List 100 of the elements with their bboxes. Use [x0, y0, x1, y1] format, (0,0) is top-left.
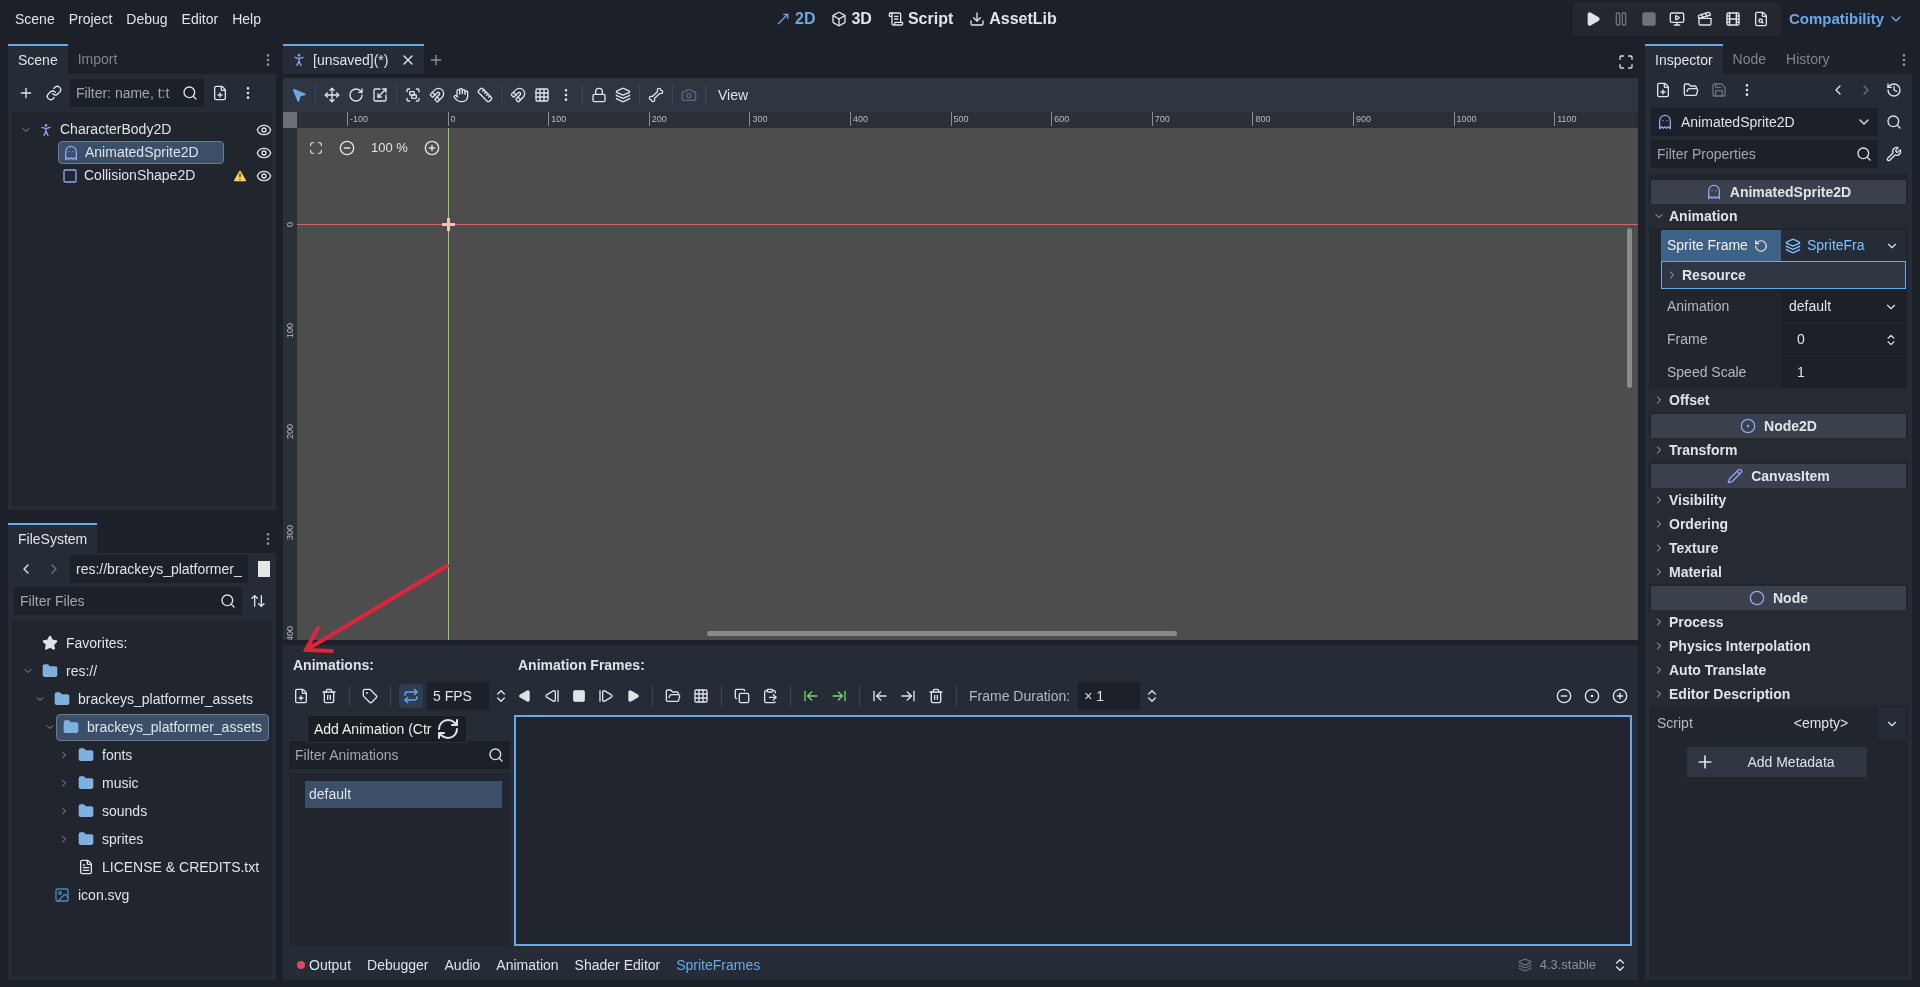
folder-icon [78, 747, 94, 763]
ruler-label: 1100 [1554, 112, 1577, 126]
frame-duration-field[interactable]: × 1 [1078, 682, 1141, 710]
filter-field[interactable]: Filter Files [14, 587, 242, 615]
file-item[interactable]: brackeys_platformer_assets [56, 713, 270, 741]
move-right-icon [900, 688, 916, 704]
file-item[interactable]: Favorites: [36, 629, 134, 657]
animation-item[interactable]: default [305, 781, 502, 808]
file-item[interactable]: sounds [72, 797, 154, 825]
property-group[interactable]: Visibility [1649, 488, 1908, 512]
workspace-tab[interactable]: 3D [831, 7, 872, 31]
property-group[interactable]: Process [1649, 610, 1908, 634]
property-group[interactable]: Material [1649, 560, 1908, 584]
property-group[interactable]: Animation [1649, 204, 1908, 228]
tree-item[interactable]: AnimatedSprite2D [58, 141, 224, 164]
layers-icon [1517, 958, 1532, 972]
loop-icon [403, 688, 419, 704]
filter-input[interactable]: Filter Animations [295, 744, 488, 766]
insert-before-icon [803, 688, 819, 704]
filter-input[interactable]: Filter Properties [1657, 143, 1856, 165]
property-group[interactable]: Editor Description [1649, 682, 1908, 706]
filter-input[interactable]: Filter Files [20, 590, 220, 612]
view-menu[interactable]: View [710, 84, 757, 106]
workspace-tab[interactable]: AssetLib [969, 7, 1057, 31]
property-group[interactable]: Ordering [1649, 512, 1908, 536]
file-item[interactable]: sprites [72, 825, 150, 853]
file-item[interactable]: fonts [72, 741, 139, 769]
ruler-label: -100 [347, 112, 368, 126]
filter-field[interactable]: Filter Animations [289, 741, 510, 769]
search-icon [182, 85, 198, 101]
property-group[interactable]: Texture [1649, 536, 1908, 560]
dock-tab[interactable]: FileSystem [8, 523, 98, 553]
dock-tab[interactable]: Import [67, 44, 128, 74]
selectable-nodes-icon [405, 87, 421, 103]
add-metadata-button[interactable]: Add Metadata [1687, 747, 1867, 777]
fullscreen-icon [1618, 54, 1634, 70]
new-resource-icon [1655, 82, 1671, 98]
file-item[interactable]: icon.svg [48, 881, 136, 909]
workspace-tab[interactable]: 2D [775, 7, 816, 31]
filter-field[interactable]: Filter: name, t:t [70, 79, 204, 107]
menu-item[interactable]: Debug [119, 8, 175, 30]
property-group[interactable]: Auto Translate [1649, 658, 1908, 682]
script-field[interactable]: <empty> [1764, 708, 1878, 739]
editor-tab[interactable]: [unsaved](*) [283, 44, 425, 74]
revert-icon[interactable] [1753, 238, 1768, 253]
circle-icon [1749, 590, 1765, 606]
open-icon [1683, 82, 1699, 98]
dock-tab[interactable]: Node [1722, 44, 1777, 74]
bottom-panel-tab[interactable]: Animation [488, 954, 567, 976]
dropdown-field[interactable]: default [1781, 291, 1906, 322]
property-label: Speed Scale [1666, 363, 1748, 382]
number-field[interactable]: 1 [1781, 357, 1906, 388]
add-node-icon [18, 85, 34, 101]
canvas-area[interactable]: 100 % [297, 128, 1638, 640]
insert-after-icon [831, 688, 847, 704]
menu-item[interactable]: Editor [174, 8, 226, 30]
warning-icon[interactable] [232, 167, 248, 184]
path-field[interactable]: res://brackeys_platformer_ [70, 555, 248, 583]
file-name: Favorites: [66, 633, 128, 653]
property-group[interactable]: Transform [1649, 438, 1908, 462]
tree-item[interactable]: CharacterBody2D [34, 118, 224, 141]
folder-icon [63, 719, 79, 735]
bottom-panel-tab[interactable]: Debugger [359, 954, 437, 976]
loop-toggle[interactable] [399, 684, 423, 708]
menu-item[interactable]: Help [225, 8, 268, 30]
tree-item[interactable]: CollisionShape2D [58, 164, 224, 187]
node-name: AnimatedSprite2D [85, 143, 199, 162]
filter-input[interactable]: Filter: name, t:t [76, 82, 182, 104]
number-field[interactable]: 0 [1781, 324, 1906, 355]
ruler-label: 300 [284, 525, 296, 541]
fps-field[interactable]: 5 FPS [427, 682, 489, 710]
file-item[interactable]: brackeys_platformer_assets [48, 685, 260, 713]
dock-tab[interactable]: History [1776, 44, 1840, 74]
workspace-tab[interactable]: Script [887, 7, 954, 31]
vertical-scrollbar[interactable] [1627, 228, 1632, 388]
node-name: CollisionShape2D [84, 166, 196, 185]
bottom-panel-tab[interactable]: SpriteFrames [668, 954, 769, 976]
dock-tab[interactable]: Scene [8, 44, 68, 74]
horizontal-scrollbar[interactable] [707, 631, 1177, 636]
property-group[interactable]: Offset [1649, 388, 1908, 412]
diagonal-arrow-icon [775, 11, 791, 27]
ruler-label: 300 [749, 112, 768, 126]
menu-item[interactable]: Scene [8, 8, 62, 30]
frames-panel[interactable] [514, 715, 1632, 946]
property-group[interactable]: Physics Interpolation [1649, 634, 1908, 658]
dock-tab[interactable]: Inspector [1645, 44, 1723, 74]
file-item[interactable]: res:// [36, 657, 104, 685]
file-item[interactable]: music [72, 769, 145, 797]
zoom-level[interactable]: 100 % [367, 138, 412, 158]
bottom-panel-tab[interactable]: Audio [436, 954, 489, 976]
zoom-in-icon [1612, 688, 1628, 704]
resource-picker[interactable]: SpriteFra [1781, 230, 1878, 261]
renderer-dropdown[interactable]: Compatibility [1789, 7, 1904, 31]
object-selector[interactable]: AnimatedSprite2D [1651, 108, 1878, 136]
property-group[interactable]: Resource [1661, 261, 1906, 289]
bottom-panel-tab[interactable]: Shader Editor [566, 954, 669, 976]
bottom-panel-tab[interactable]: Output [289, 954, 360, 976]
file-item[interactable]: LICENSE & CREDITS.txt [72, 853, 266, 881]
filter-field[interactable]: Filter Properties [1651, 140, 1878, 168]
menu-item[interactable]: Project [61, 8, 120, 30]
